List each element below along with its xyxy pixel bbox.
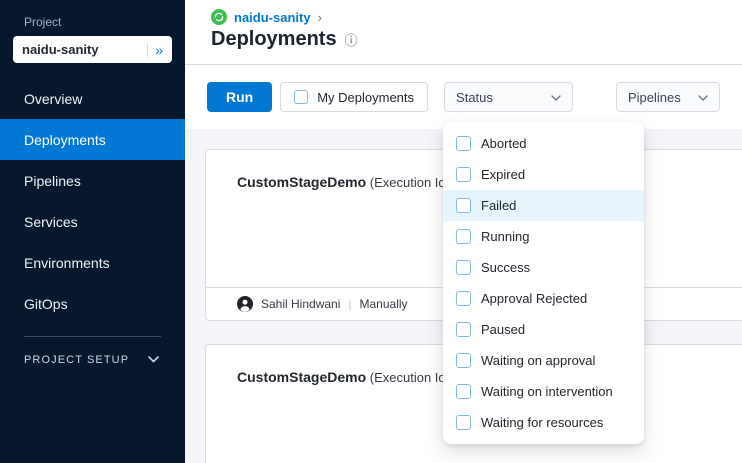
sidebar-item-label: Environments xyxy=(24,255,110,271)
breadcrumb-project-link[interactable]: naidu-sanity xyxy=(234,10,311,25)
checkbox-icon[interactable] xyxy=(456,322,471,337)
project-name: naidu-sanity xyxy=(22,42,147,57)
status-option-label: Failed xyxy=(481,198,516,213)
pipelines-filter-dropdown[interactable]: Pipelines xyxy=(616,82,720,112)
status-filter-dropdown[interactable]: Status xyxy=(444,82,573,112)
my-deployments-checkbox[interactable] xyxy=(294,90,308,104)
footer-separator: | xyxy=(348,297,351,311)
checkbox-icon[interactable] xyxy=(456,353,471,368)
status-option-waiting-for-resources[interactable]: Waiting for resources xyxy=(443,407,644,438)
project-setup-label: PROJECT SETUP xyxy=(24,354,129,366)
run-button[interactable]: Run xyxy=(207,82,272,112)
app-window: Project naidu-sanity » Overview Deployme… xyxy=(0,0,742,463)
toolbar: Run My Deployments Status Pipelines xyxy=(185,65,742,129)
checkbox-icon[interactable] xyxy=(456,291,471,306)
status-option-expired[interactable]: Expired xyxy=(443,159,644,190)
sidebar-item-label: Deployments xyxy=(24,132,106,148)
pipeline-name: CustomStageDemo xyxy=(237,174,366,190)
chevron-down-icon xyxy=(551,88,561,106)
status-option-waiting-on-intervention[interactable]: Waiting on intervention xyxy=(443,376,644,407)
sidebar-item-pipelines[interactable]: Pipelines xyxy=(0,160,185,201)
pipelines-filter-label: Pipelines xyxy=(628,90,681,105)
status-option-running[interactable]: Running xyxy=(443,221,644,252)
checkbox-icon[interactable] xyxy=(456,415,471,430)
execution-id-text: (Execution Id xyxy=(370,175,446,190)
sidebar-item-services[interactable]: Services xyxy=(0,201,185,242)
sidebar-nav: Overview Deployments Pipelines Services … xyxy=(0,78,185,324)
status-option-label: Expired xyxy=(481,167,525,182)
sidebar-item-label: Pipelines xyxy=(24,173,81,189)
status-option-label: Success xyxy=(481,260,530,275)
sidebar-item-label: Services xyxy=(24,214,78,230)
status-option-label: Aborted xyxy=(481,136,527,151)
status-option-success[interactable]: Success xyxy=(443,252,644,283)
checkbox-icon[interactable] xyxy=(456,198,471,213)
sidebar-item-deployments[interactable]: Deployments xyxy=(0,119,185,160)
main-panel: naidu-sanity › Deployments ⓘ Run My Depl… xyxy=(185,0,742,463)
checkbox-icon[interactable] xyxy=(456,229,471,244)
sidebar-item-environments[interactable]: Environments xyxy=(0,242,185,283)
status-option-paused[interactable]: Paused xyxy=(443,314,644,345)
status-option-label: Waiting for resources xyxy=(481,415,603,430)
checkbox-icon[interactable] xyxy=(456,136,471,151)
deployment-owner: Sahil Hindwani xyxy=(261,297,340,311)
sidebar-item-overview[interactable]: Overview xyxy=(0,78,185,119)
status-option-label: Waiting on approval xyxy=(481,353,595,368)
status-filter-label: Status xyxy=(456,90,493,105)
deployment-trigger: Manually xyxy=(360,297,408,311)
chevron-down-icon xyxy=(148,354,159,366)
status-option-aborted[interactable]: Aborted xyxy=(443,128,644,159)
double-chevron-icon: » xyxy=(147,43,163,57)
sidebar-item-label: GitOps xyxy=(24,296,68,312)
cd-module-icon xyxy=(211,9,227,25)
project-setup-toggle[interactable]: PROJECT SETUP xyxy=(0,337,185,366)
my-deployments-toggle[interactable]: My Deployments xyxy=(280,82,428,112)
execution-id-text: (Execution Id xyxy=(370,370,446,385)
sidebar: Project naidu-sanity » Overview Deployme… xyxy=(0,0,185,463)
title-row: Deployments ⓘ xyxy=(211,28,742,51)
checkbox-icon[interactable] xyxy=(456,167,471,182)
checkbox-icon[interactable] xyxy=(456,384,471,399)
info-icon[interactable]: ⓘ xyxy=(345,30,358,49)
user-avatar-icon xyxy=(237,296,253,312)
status-option-label: Approval Rejected xyxy=(481,291,587,306)
status-option-approval-rejected[interactable]: Approval Rejected xyxy=(443,283,644,314)
page-header: naidu-sanity › Deployments ⓘ xyxy=(185,0,742,65)
status-dropdown-menu: Aborted Expired Failed Running Success A… xyxy=(443,122,644,444)
breadcrumb-separator: › xyxy=(318,10,322,25)
project-selector[interactable]: naidu-sanity » xyxy=(13,36,172,63)
status-option-label: Waiting on intervention xyxy=(481,384,613,399)
checkbox-icon[interactable] xyxy=(456,260,471,275)
chevron-down-icon xyxy=(698,88,708,106)
sidebar-item-label: Overview xyxy=(24,91,82,107)
status-option-label: Paused xyxy=(481,322,525,337)
pipeline-name: CustomStageDemo xyxy=(237,369,366,385)
sidebar-item-gitops[interactable]: GitOps xyxy=(0,283,185,324)
breadcrumb: naidu-sanity › xyxy=(211,9,742,25)
page-title: Deployments xyxy=(211,28,337,51)
status-option-label: Running xyxy=(481,229,529,244)
status-option-failed[interactable]: Failed xyxy=(443,190,644,221)
my-deployments-label: My Deployments xyxy=(317,90,414,105)
project-label: Project xyxy=(24,15,161,29)
status-option-waiting-on-approval[interactable]: Waiting on approval xyxy=(443,345,644,376)
